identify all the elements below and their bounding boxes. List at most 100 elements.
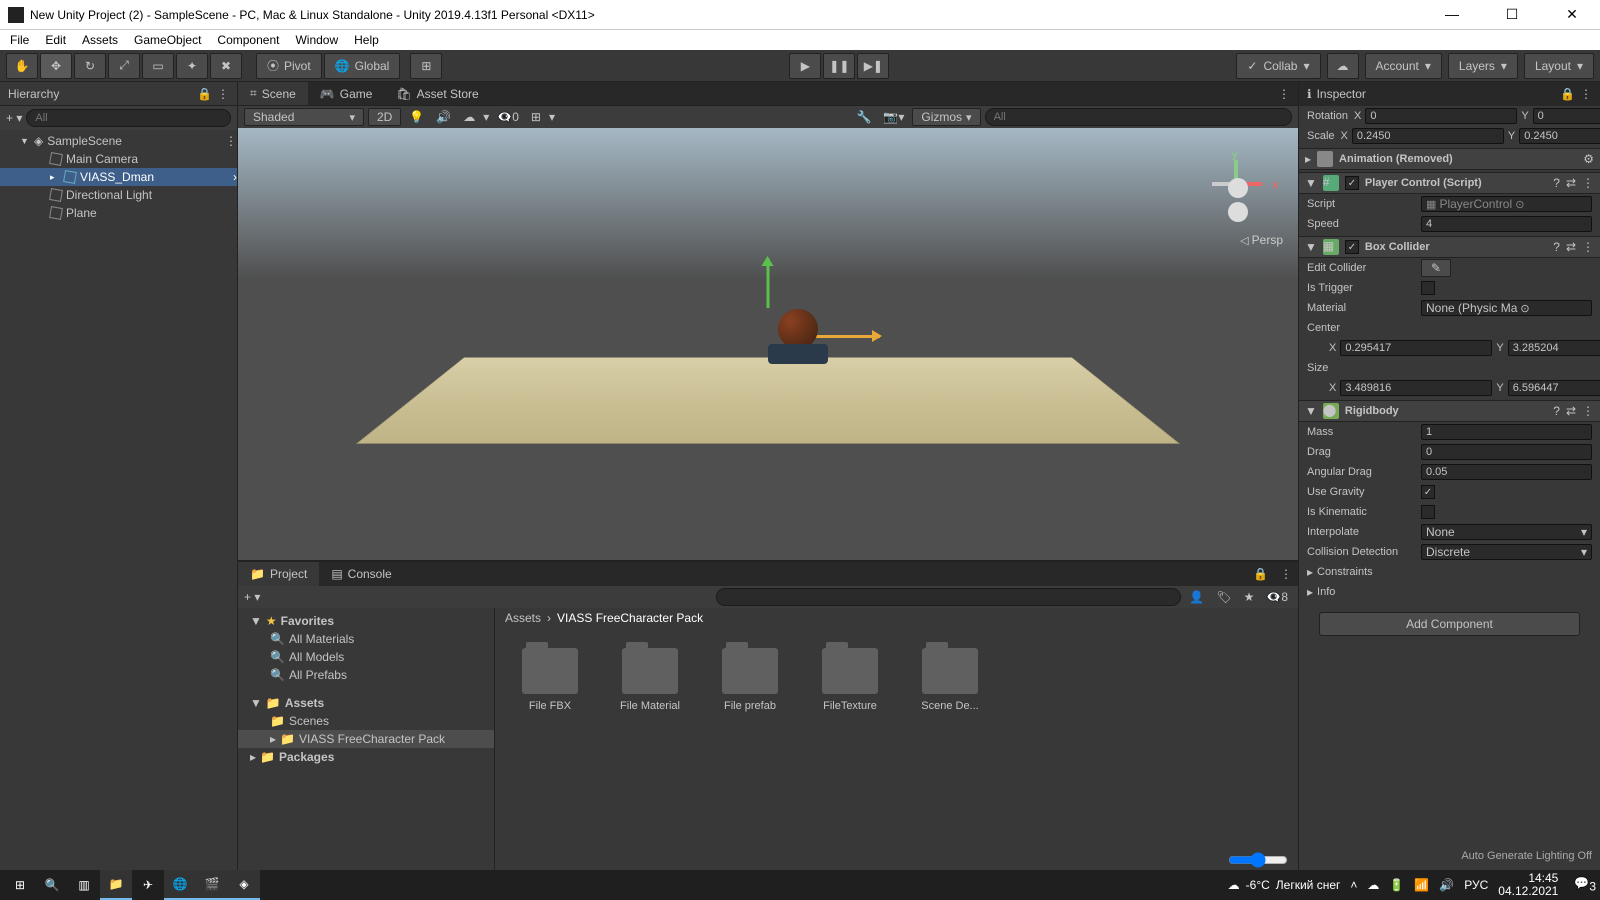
inspector-lock-icon[interactable]: 🔒 (1560, 87, 1575, 101)
gizmos-dropdown[interactable]: Gizmos ▾ (912, 108, 980, 126)
tray-volume-icon[interactable]: 🔊 (1439, 878, 1454, 892)
tab-scene[interactable]: ⌗ Scene (238, 82, 308, 105)
use-gravity-checkbox[interactable]: ✓ (1421, 485, 1435, 499)
is-trigger-checkbox[interactable] (1421, 281, 1435, 295)
box-collider-header[interactable]: ▼▦ ✓ Box Collider ? ⇄ ⋮ (1299, 236, 1600, 258)
step-button[interactable]: ▶❚ (857, 53, 889, 79)
animation-component-header[interactable]: ▸ Animation (Removed) ⚙ (1299, 148, 1600, 170)
tray-chevron-icon[interactable]: ˄ (1350, 878, 1357, 892)
scene-viewport[interactable]: y x ◁ Persp (238, 128, 1298, 560)
inspector-tab[interactable]: ℹ Inspector 🔒 ⋮ (1299, 82, 1600, 106)
tree-viass-pack[interactable]: ▸📁VIASS FreeCharacter Pack (238, 730, 494, 748)
rotate-tool-button[interactable]: ↻ (74, 53, 106, 79)
scale-x[interactable] (1352, 128, 1504, 144)
menu-icon[interactable]: ⋮ (1582, 240, 1594, 254)
drag-field[interactable] (1421, 444, 1592, 460)
script-field[interactable]: ▦ PlayerControl ⊙ (1421, 196, 1592, 212)
project-search[interactable] (716, 588, 1182, 606)
light-icon[interactable]: 💡 (405, 110, 428, 124)
view-gizmo[interactable]: y x (1198, 148, 1278, 228)
tab-console[interactable]: ▤ Console (319, 562, 403, 586)
player-control-enabled[interactable]: ✓ (1345, 176, 1359, 190)
center-y[interactable] (1508, 340, 1600, 356)
task-view-icon[interactable]: ▥ (68, 870, 100, 900)
tray-lang[interactable]: РУС (1464, 878, 1488, 892)
search-icon[interactable]: 🔍 (36, 870, 68, 900)
move-gizmo-y[interactable] (767, 258, 770, 308)
chrome-icon[interactable]: 🌐 (164, 870, 196, 900)
menu-edit[interactable]: Edit (38, 31, 73, 49)
pivot-toggle[interactable]: ⦿Pivot (256, 53, 322, 79)
hierarchy-plane[interactable]: Plane (0, 204, 237, 222)
angular-drag-field[interactable] (1421, 464, 1592, 480)
scene-search[interactable] (985, 108, 1292, 126)
menu-gameobject[interactable]: GameObject (127, 31, 208, 49)
physic-material-field[interactable]: None (Physic Ma ⊙ (1421, 300, 1592, 316)
help-icon[interactable]: ? (1553, 404, 1560, 418)
interpolate-dropdown[interactable]: None▾ (1421, 524, 1592, 540)
inspector-menu-icon[interactable]: ⋮ (1580, 87, 1592, 101)
menu-window[interactable]: Window (288, 31, 345, 49)
project-lock-icon[interactable]: 🔒 (1247, 567, 1274, 581)
hierarchy-scene[interactable]: ▼◈ SampleScene⋮ (0, 132, 237, 150)
menu-component[interactable]: Component (210, 31, 286, 49)
grid-dropdown-icon[interactable]: ▾ (549, 110, 555, 124)
play-button[interactable]: ▶ (789, 53, 821, 79)
help-icon[interactable]: ? (1553, 240, 1560, 254)
start-button[interactable]: ⊞ (4, 870, 36, 900)
menu-icon[interactable]: ⋮ (1582, 176, 1594, 190)
preset-icon[interactable]: ⇄ (1566, 176, 1576, 190)
speed-field[interactable] (1421, 216, 1592, 232)
telegram-icon[interactable]: ✈ (132, 870, 164, 900)
menu-icon[interactable]: ⋮ (1582, 404, 1594, 418)
unity-icon[interactable]: ◈ (228, 870, 260, 900)
close-button[interactable]: ✕ (1552, 6, 1592, 23)
hidden-icon[interactable]: 👁‍🗨0 (493, 110, 523, 124)
folder-scene-demo[interactable]: Scene De... (915, 648, 985, 712)
info-row[interactable]: ▸Info (1299, 582, 1600, 602)
tray-clock[interactable]: 14:45 04.12.2021 (1498, 872, 1564, 898)
filter-star-icon[interactable]: ★ (1240, 590, 1259, 604)
constraints-row[interactable]: ▸Constraints (1299, 562, 1600, 582)
center-x[interactable] (1340, 340, 1492, 356)
hierarchy-tab[interactable]: Hierarchy 🔒 ⋮ (0, 82, 237, 106)
grid-icon[interactable]: ⊞ (527, 110, 545, 124)
scene-menu-icon[interactable]: ⋮ (1270, 87, 1298, 101)
minimize-button[interactable]: — (1432, 6, 1472, 23)
tree-favorites[interactable]: ▼★Favorites (238, 612, 494, 630)
rect-tool-button[interactable]: ▭ (142, 53, 174, 79)
project-menu-icon[interactable]: ⋮ (1274, 567, 1298, 581)
davinci-icon[interactable]: 🎬 (196, 870, 228, 900)
hand-tool-button[interactable]: ✋ (6, 53, 38, 79)
cloud-button[interactable]: ☁ (1327, 53, 1359, 79)
menu-file[interactable]: File (3, 31, 36, 49)
hierarchy-viass-dman[interactable]: ▸VIASS_Dman› (0, 168, 237, 186)
breadcrumb-assets[interactable]: Assets (505, 611, 541, 625)
collision-dropdown[interactable]: Discrete▾ (1421, 544, 1592, 560)
2d-toggle[interactable]: 2D (368, 108, 401, 126)
edit-collider-button[interactable]: ✎ (1421, 259, 1451, 277)
tools-icon[interactable]: 🔧 (852, 110, 875, 124)
rigidbody-header[interactable]: ▼⬤ Rigidbody ? ⇄ ⋮ (1299, 400, 1600, 422)
transform-tool-button[interactable]: ✦ (176, 53, 208, 79)
folder-file-fbx[interactable]: File FBX (515, 648, 585, 712)
hierarchy-search[interactable] (26, 109, 231, 127)
snap-button[interactable]: ⊞ (410, 53, 442, 79)
account-dropdown[interactable]: Account ▾ (1365, 53, 1442, 79)
persp-label[interactable]: ◁ Persp (1240, 233, 1283, 247)
scale-y[interactable] (1519, 128, 1600, 144)
custom-tool-button[interactable]: ✖ (210, 53, 242, 79)
hidden-count[interactable]: 👁‍🗨8 (1262, 590, 1292, 604)
tab-game[interactable]: 🎮 Game (308, 82, 385, 105)
global-toggle[interactable]: 🌐Global (324, 53, 401, 79)
gear-icon[interactable]: ⚙ (1583, 152, 1594, 166)
filter-type-icon[interactable]: 👤 (1185, 590, 1208, 604)
audio-icon[interactable]: 🔊 (432, 110, 455, 124)
folder-file-texture[interactable]: FileTexture (815, 648, 885, 712)
tray-notifications-icon[interactable]: 💬3 (1574, 876, 1596, 893)
pause-button[interactable]: ❚❚ (823, 53, 855, 79)
player-control-header[interactable]: ▼# ✓ Player Control (Script) ? ⇄ ⋮ (1299, 172, 1600, 194)
menu-assets[interactable]: Assets (75, 31, 125, 49)
is-kinematic-checkbox[interactable] (1421, 505, 1435, 519)
tree-scenes[interactable]: 📁Scenes (238, 712, 494, 730)
